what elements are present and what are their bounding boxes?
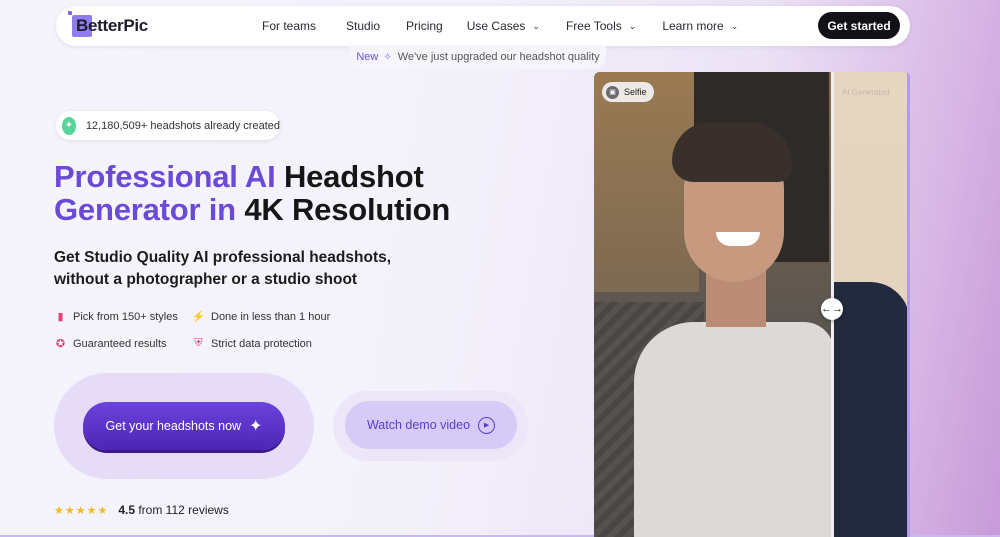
- get-headshots-button[interactable]: Get your headshots now ✦: [83, 402, 285, 450]
- feature-label: Guaranteed results: [73, 337, 167, 350]
- headshot-counter: ✦ 12,180,509+ headshots already created: [56, 111, 280, 140]
- nav-item-label: Free Tools: [565, 19, 622, 33]
- chevron-down-icon: ⌄: [628, 20, 637, 31]
- button-label: Get your headshots now: [105, 419, 242, 433]
- feature-protection: ⛨ Strict data protection: [192, 337, 312, 350]
- nav-item-label: For teams: [262, 19, 317, 33]
- logo-dot: [68, 11, 72, 15]
- get-started-button[interactable]: Get started: [818, 12, 900, 39]
- sparkle-icon: ✦: [249, 418, 263, 435]
- feature-guarantee: ✪ Guaranteed results: [54, 337, 167, 351]
- nav-item-use-cases[interactable]: Use Cases ⌄: [467, 19, 540, 33]
- frame-border: [907, 72, 910, 537]
- headline-part: Generator in: [54, 192, 236, 227]
- nav-links: For teams Studio Pricing Use Cases ⌄ Fre…: [262, 6, 738, 46]
- subhead-line: without a photographer or a studio shoot: [54, 271, 358, 288]
- headline-part: Headshot: [283, 159, 424, 194]
- photo-shirt: [634, 322, 834, 537]
- rating-score: 4.5: [118, 503, 135, 517]
- announcement-bar[interactable]: New ✧ We've just upgraded our headshot q…: [350, 45, 606, 69]
- feature-speed: ⚡ Done in less than 1 hour: [191, 310, 331, 324]
- photo-jacket: [834, 282, 910, 537]
- nav-item-label: Studio: [346, 19, 381, 33]
- nav-item-label: Learn more: [662, 19, 724, 33]
- button-label: Watch demo video: [366, 418, 471, 432]
- star-rating-icon: ★★★★★: [54, 504, 109, 517]
- logo-text: BetterPic: [76, 16, 148, 35]
- rating-count: from 112 reviews: [138, 503, 229, 517]
- arrows-horizontal-icon: ←→: [821, 303, 843, 315]
- feature-label: Done in less than 1 hour: [211, 310, 331, 323]
- selfie-photo: [594, 72, 834, 537]
- headline-part: 4K Resolution: [244, 192, 451, 227]
- nav-item-for-teams[interactable]: For teams: [262, 19, 316, 33]
- logo[interactable]: BetterPic: [68, 11, 156, 38]
- chevron-down-icon: ⌄: [532, 20, 540, 31]
- counter-text: 12,180,509+ headshots already created: [85, 119, 280, 132]
- slider-handle[interactable]: ←→: [821, 298, 843, 320]
- lightning-icon: ⚡: [191, 311, 206, 323]
- camera-icon: ▣: [606, 85, 619, 99]
- nav-item-free-tools[interactable]: Free Tools ⌄: [566, 19, 636, 33]
- selfie-label: Selfie: [624, 87, 647, 97]
- shield-icon: ⛨: [194, 337, 203, 349]
- new-badge: New: [356, 51, 379, 63]
- subheadline: Get Studio Quality AI professional heads…: [54, 247, 484, 291]
- headline-part: Professional AI: [54, 159, 276, 194]
- ai-generated-photo: [834, 72, 910, 537]
- photo-hair: [672, 122, 792, 182]
- nav-item-label: Use Cases: [466, 19, 526, 33]
- nav-item-learn-more[interactable]: Learn more ⌄: [662, 19, 738, 33]
- watch-demo-button[interactable]: Watch demo video ▶: [345, 401, 517, 449]
- photo-wall: [594, 72, 699, 292]
- nav-item-pricing[interactable]: Pricing: [406, 19, 443, 33]
- styles-icon: ▮: [57, 311, 64, 323]
- announcement-text: We've just upgraded our headshot quality: [397, 51, 600, 63]
- subhead-line: Get Studio Quality AI professional heads…: [54, 249, 392, 266]
- page-title: Professional AI Headshot Generator in 4K…: [54, 160, 574, 226]
- feature-styles: ▮ Pick from 150+ styles: [54, 310, 178, 324]
- ai-generated-label: AI Generated: [842, 88, 890, 97]
- sparkle-icon: ✧: [383, 51, 392, 63]
- rating-text: 4.5 from 112 reviews: [118, 503, 229, 517]
- selfie-badge: ▣ Selfie: [602, 82, 654, 102]
- feature-label: Strict data protection: [211, 337, 312, 350]
- feature-label: Pick from 150+ styles: [73, 310, 178, 323]
- badge-icon: ✪: [55, 338, 66, 350]
- nav-item-label: Pricing: [406, 19, 443, 33]
- before-after-comparison[interactable]: AI Generated ▣ Selfie ←→: [594, 72, 910, 537]
- chevron-down-icon: ⌄: [730, 20, 739, 31]
- top-nav: BetterPic For teams Studio Pricing Use C…: [56, 6, 910, 46]
- rating: ★★★★★ 4.5 from 112 reviews: [54, 503, 229, 517]
- play-icon: ▶: [478, 416, 496, 434]
- sparkle-icon: ✦: [62, 116, 76, 135]
- nav-item-studio[interactable]: Studio: [346, 19, 380, 33]
